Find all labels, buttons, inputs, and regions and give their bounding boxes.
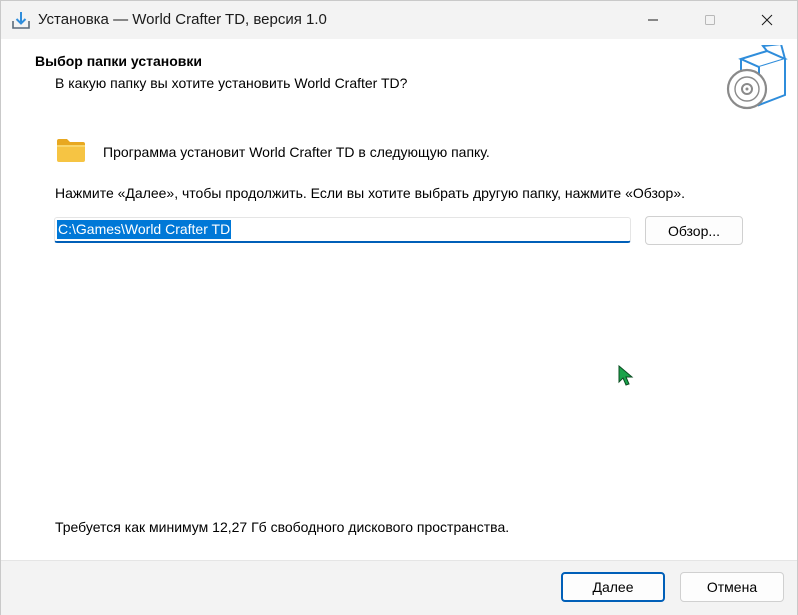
wizard-header: Выбор папки установки В какую папку вы х… (1, 39, 797, 113)
window-title: Установка — World Crafter TD, версия 1.0 (38, 11, 327, 28)
wizard-footer: Далее Отмена (1, 560, 797, 615)
install-path-value: C:\Games\World Crafter TD (57, 220, 232, 239)
folder-icon (56, 137, 86, 163)
close-button[interactable] (744, 1, 790, 39)
page-subtitle: В какую папку вы хотите установить World… (55, 75, 408, 91)
maximize-button[interactable] (687, 1, 733, 39)
mouse-cursor-icon (618, 364, 634, 387)
minimize-button[interactable] (630, 1, 676, 39)
install-box-disc-icon (725, 42, 791, 111)
minimize-icon (647, 14, 659, 26)
installer-window: Установка — World Crafter TD, версия 1.0… (0, 0, 798, 615)
page-title: Выбор папки установки (35, 53, 203, 69)
installer-icon (11, 10, 31, 30)
cancel-button[interactable]: Отмена (680, 572, 784, 602)
maximize-icon (704, 14, 716, 26)
next-button[interactable]: Далее (561, 572, 665, 602)
browse-button[interactable]: Обзор... (645, 216, 743, 245)
title-bar[interactable]: Установка — World Crafter TD, версия 1.0 (1, 1, 797, 39)
install-location-info: Программа установит World Crafter TD в с… (103, 144, 490, 160)
wizard-content: Программа установит World Crafter TD в с… (1, 113, 797, 560)
disk-space-requirement: Требуется как минимум 12,27 Гб свободног… (55, 519, 510, 535)
instruction-text: Нажмите «Далее», чтобы продолжить. Если … (55, 185, 686, 201)
close-icon (761, 14, 773, 26)
install-path-input[interactable]: C:\Games\World Crafter TD (54, 217, 631, 243)
